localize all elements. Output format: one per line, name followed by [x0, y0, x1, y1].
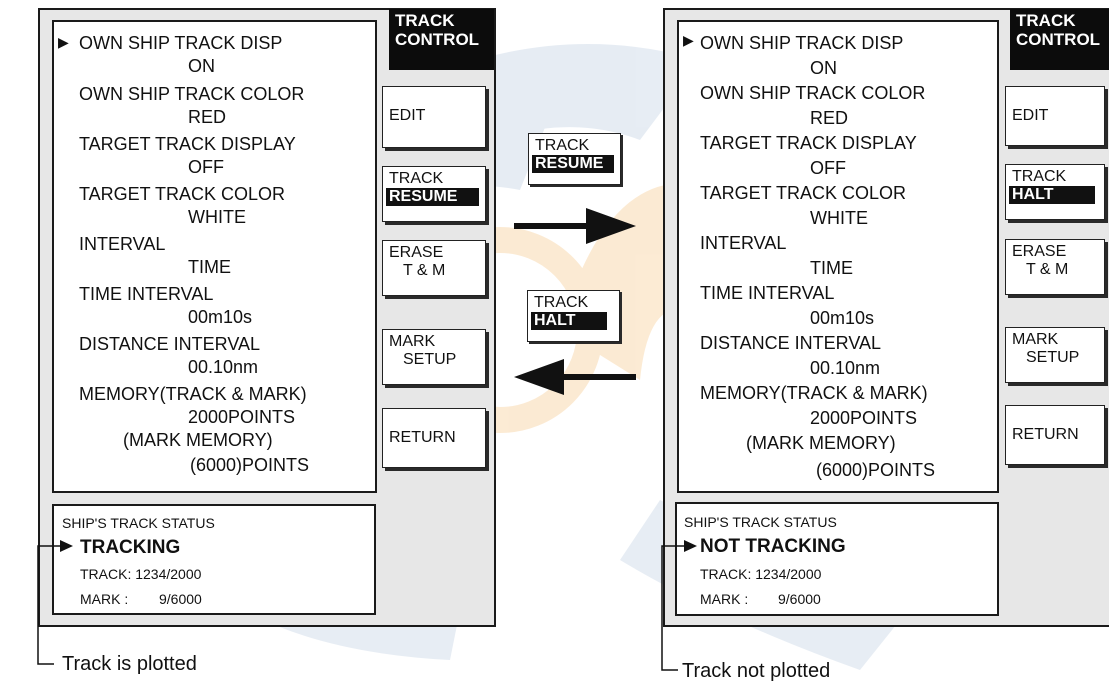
left-leader-arrow-icon	[60, 540, 73, 552]
left-leader-line	[37, 545, 62, 665]
right-leader-arrow-icon	[684, 540, 697, 552]
arrow-left-icon	[514, 359, 564, 395]
arrow-right-icon	[586, 208, 636, 244]
diagram-lines	[37, 208, 697, 671]
right-leader-line	[661, 545, 686, 671]
